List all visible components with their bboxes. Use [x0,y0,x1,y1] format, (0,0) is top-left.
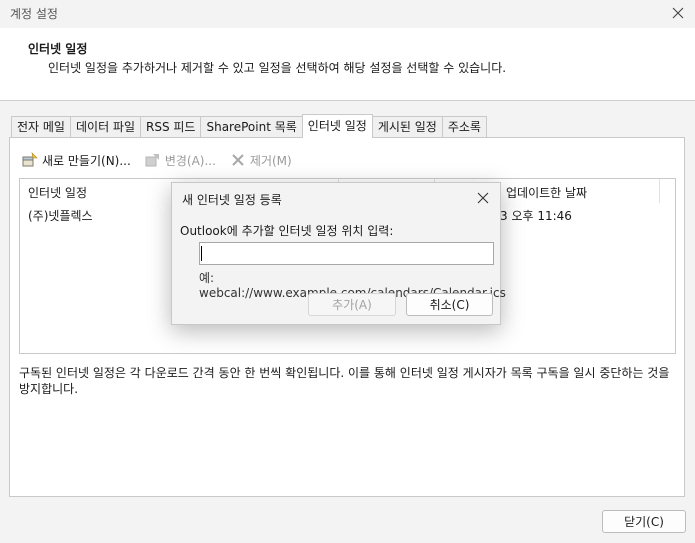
dialog-title: 새 인터넷 일정 등록 [182,193,282,207]
close-icon[interactable] [472,187,494,209]
header-panel: 인터넷 일정 인터넷 일정을 추가하거나 제거할 수 있고 일정을 선택하여 해… [0,28,695,100]
tab-internet-calendars[interactable]: 인터넷 일정 [301,114,373,138]
divider [0,100,695,101]
page-description: 인터넷 일정을 추가하거나 제거할 수 있고 일정을 선택하여 해당 설정을 선… [48,61,507,75]
tab-address-books[interactable]: 주소록 [441,116,487,138]
page-title: 인터넷 일정 [28,42,88,56]
column-header-calendar[interactable]: 인터넷 일정 [28,184,87,201]
tab-data-files[interactable]: 데이터 파일 [69,116,141,138]
window-titlebar: 계정 설정 [0,0,695,28]
calendar-name: (주)넷플렉스 [28,209,93,223]
toolbar: 새로 만들기(N)... 변경(A)... 제거(M) [22,150,306,170]
remove-button-label: 제거(M) [249,153,292,168]
window-title: 계정 설정 [10,7,58,21]
tab-published-calendars[interactable]: 게시된 일정 [371,116,443,138]
new-button-label: 새로 만들기(N)... [42,153,131,168]
new-calendar-icon [22,152,38,168]
add-button[interactable]: 추가(A) [308,293,396,316]
footnote-text: 구독된 인터넷 일정은 각 다운로드 간격 동안 한 번씩 확인됩니다. 이를 … [19,366,670,396]
close-button[interactable]: 닫기(C) [602,510,686,533]
location-prompt: Outlook에 추가할 인터넷 일정 위치 입력: [180,224,394,238]
tab-email[interactable]: 전자 메일 [11,116,71,138]
column-header-updated[interactable]: 업데이트한 날짜 [506,184,587,201]
change-button-label: 변경(A)... [164,153,216,168]
tab-strip: 전자 메일 데이터 파일 RSS 피드 SharePoint 목록 인터넷 일정… [11,114,487,138]
change-icon [145,152,161,168]
change-button[interactable]: 변경(A)... [145,152,216,169]
calendar-url-input[interactable] [199,242,494,265]
tab-sharepoint-lists[interactable]: SharePoint 목록 [200,116,303,138]
cancel-button[interactable]: 취소(C) [406,293,493,316]
text-caret [201,246,202,261]
remove-button[interactable]: 제거(M) [230,152,292,169]
close-icon[interactable] [667,2,689,24]
calendar-updated: 3 오후 11:46 [500,209,572,223]
remove-x-icon [230,152,246,168]
new-internet-calendar-dialog: 새 인터넷 일정 등록 Outlook에 추가할 인터넷 일정 위치 입력: 예… [171,182,506,325]
new-button[interactable]: 새로 만들기(N)... [22,152,131,169]
tab-rss-feeds[interactable]: RSS 피드 [140,116,202,138]
column-separator [659,179,660,203]
